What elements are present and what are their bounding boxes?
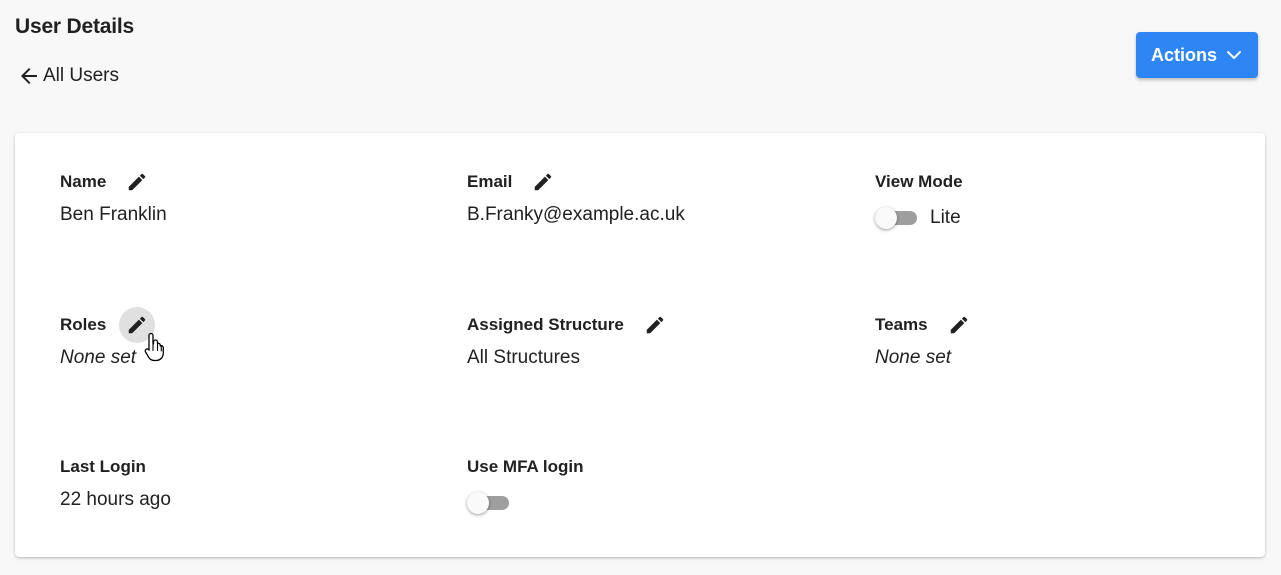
toggle-thumb [875,207,897,229]
back-link-label: All Users [43,65,120,86]
name-value: Ben Franklin [60,204,167,225]
view-mode-toggle-label: Lite [930,207,961,228]
pencil-icon [129,316,146,334]
name-label: Name [60,172,107,191]
page-title: User Details [15,15,134,38]
last-login-label: Last Login [60,457,146,476]
assigned-structure-value: All Structures [467,347,580,368]
edit-name-button[interactable] [119,164,155,200]
view-mode-field: View Mode Lite [875,164,963,232]
pencil-icon [950,316,967,334]
last-login-field: Last Login 22 hours ago [60,449,171,511]
use-mfa-label: Use MFA login [467,457,584,476]
view-mode-label: View Mode [875,172,963,191]
roles-field: Roles None set [60,307,156,369]
pencil-icon [646,316,664,334]
teams-value: None set [875,347,952,368]
name-field: Name Ben Franklin [60,164,167,226]
edit-roles-button[interactable] [119,307,156,343]
user-details-card: Name Ben Franklin Email B.Franky@example… [15,133,1265,557]
roles-label: Roles [60,315,107,334]
email-value: B.Franky@example.ac.uk [467,204,685,225]
back-to-all-users-link[interactable]: All Users [17,63,119,89]
pencil-icon [535,173,552,191]
email-field: Email B.Franky@example.ac.uk [467,164,685,226]
edit-assigned-structure-button[interactable] [637,307,673,343]
use-mfa-toggle[interactable] [467,491,511,515]
view-mode-toggle[interactable] [875,206,919,230]
arrow-left-icon [17,63,43,89]
email-label: Email [467,172,513,191]
edit-email-button[interactable] [525,164,561,200]
use-mfa-field: Use MFA login [467,449,584,517]
teams-label: Teams [875,315,928,334]
roles-value: None set [60,347,137,368]
toggle-thumb [467,492,489,514]
user-details-page: User Details All Users Actions Name Ben … [0,0,1281,575]
actions-button[interactable]: Actions [1136,32,1258,78]
teams-field: Teams None set [875,307,977,369]
edit-teams-button[interactable] [941,307,977,343]
last-login-value: 22 hours ago [60,489,171,510]
assigned-structure-field: Assigned Structure All Structures [467,307,673,369]
chevron-down-icon [1225,46,1243,64]
actions-button-label: Actions [1150,44,1217,65]
assigned-structure-label: Assigned Structure [467,315,624,334]
pencil-icon [129,173,146,191]
